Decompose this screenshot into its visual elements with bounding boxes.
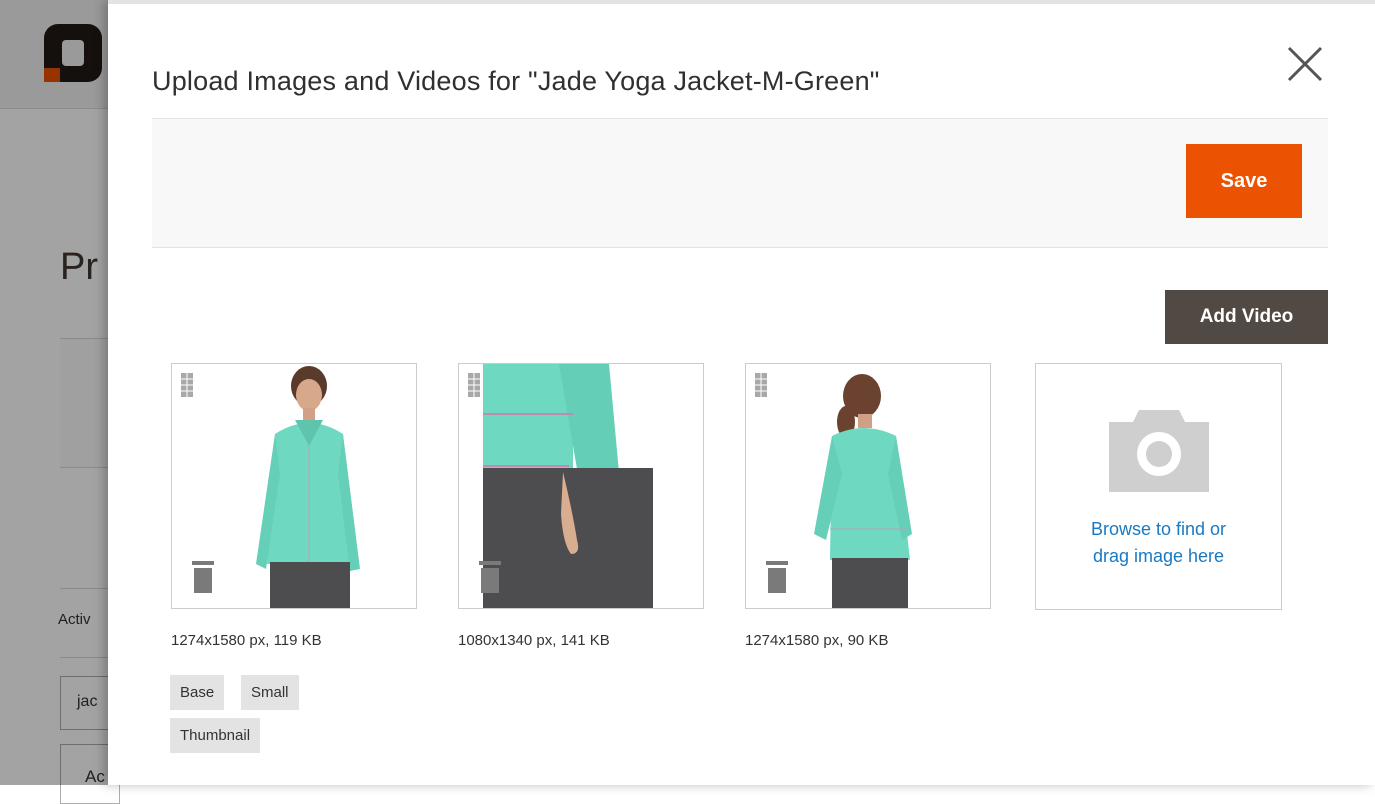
image-tile[interactable] <box>458 363 704 609</box>
trash-icon[interactable] <box>188 561 218 595</box>
image-meta: 1274x1580 px, 119 KB <box>171 632 322 649</box>
add-video-button[interactable]: Add Video <box>1165 290 1328 344</box>
role-tag-thumbnail[interactable]: Thumbnail <box>170 718 261 753</box>
role-tag-base[interactable]: Base <box>170 675 225 710</box>
image-tile[interactable] <box>171 363 417 609</box>
modal-overlay[interactable] <box>0 0 108 785</box>
drag-handle-icon[interactable] <box>468 373 480 397</box>
role-tag-small[interactable]: Small <box>241 675 299 710</box>
camera-icon <box>1109 410 1209 492</box>
close-icon[interactable] <box>1285 44 1325 84</box>
save-button[interactable]: Save <box>1186 144 1302 218</box>
trash-icon[interactable] <box>475 561 505 595</box>
modal-toolbar: Save <box>152 118 1328 248</box>
upload-modal: Upload Images and Videos for "Jade Yoga … <box>108 0 1375 785</box>
image-meta: 1274x1580 px, 90 KB <box>745 632 889 649</box>
upload-hint[interactable]: Browse to find or drag image here <box>1036 516 1281 570</box>
image-tile[interactable] <box>745 363 991 609</box>
image-upload-dropzone[interactable]: Browse to find or drag image here <box>1035 363 1282 610</box>
image-meta: 1080x1340 px, 141 KB <box>458 632 610 649</box>
trash-icon[interactable] <box>762 561 792 595</box>
drag-handle-icon[interactable] <box>181 373 193 397</box>
drag-handle-icon[interactable] <box>755 373 767 397</box>
modal-title: Upload Images and Videos for "Jade Yoga … <box>152 66 880 97</box>
upload-hint-line[interactable]: drag image here <box>1036 543 1281 570</box>
upload-hint-line[interactable]: Browse to find or <box>1036 516 1281 543</box>
